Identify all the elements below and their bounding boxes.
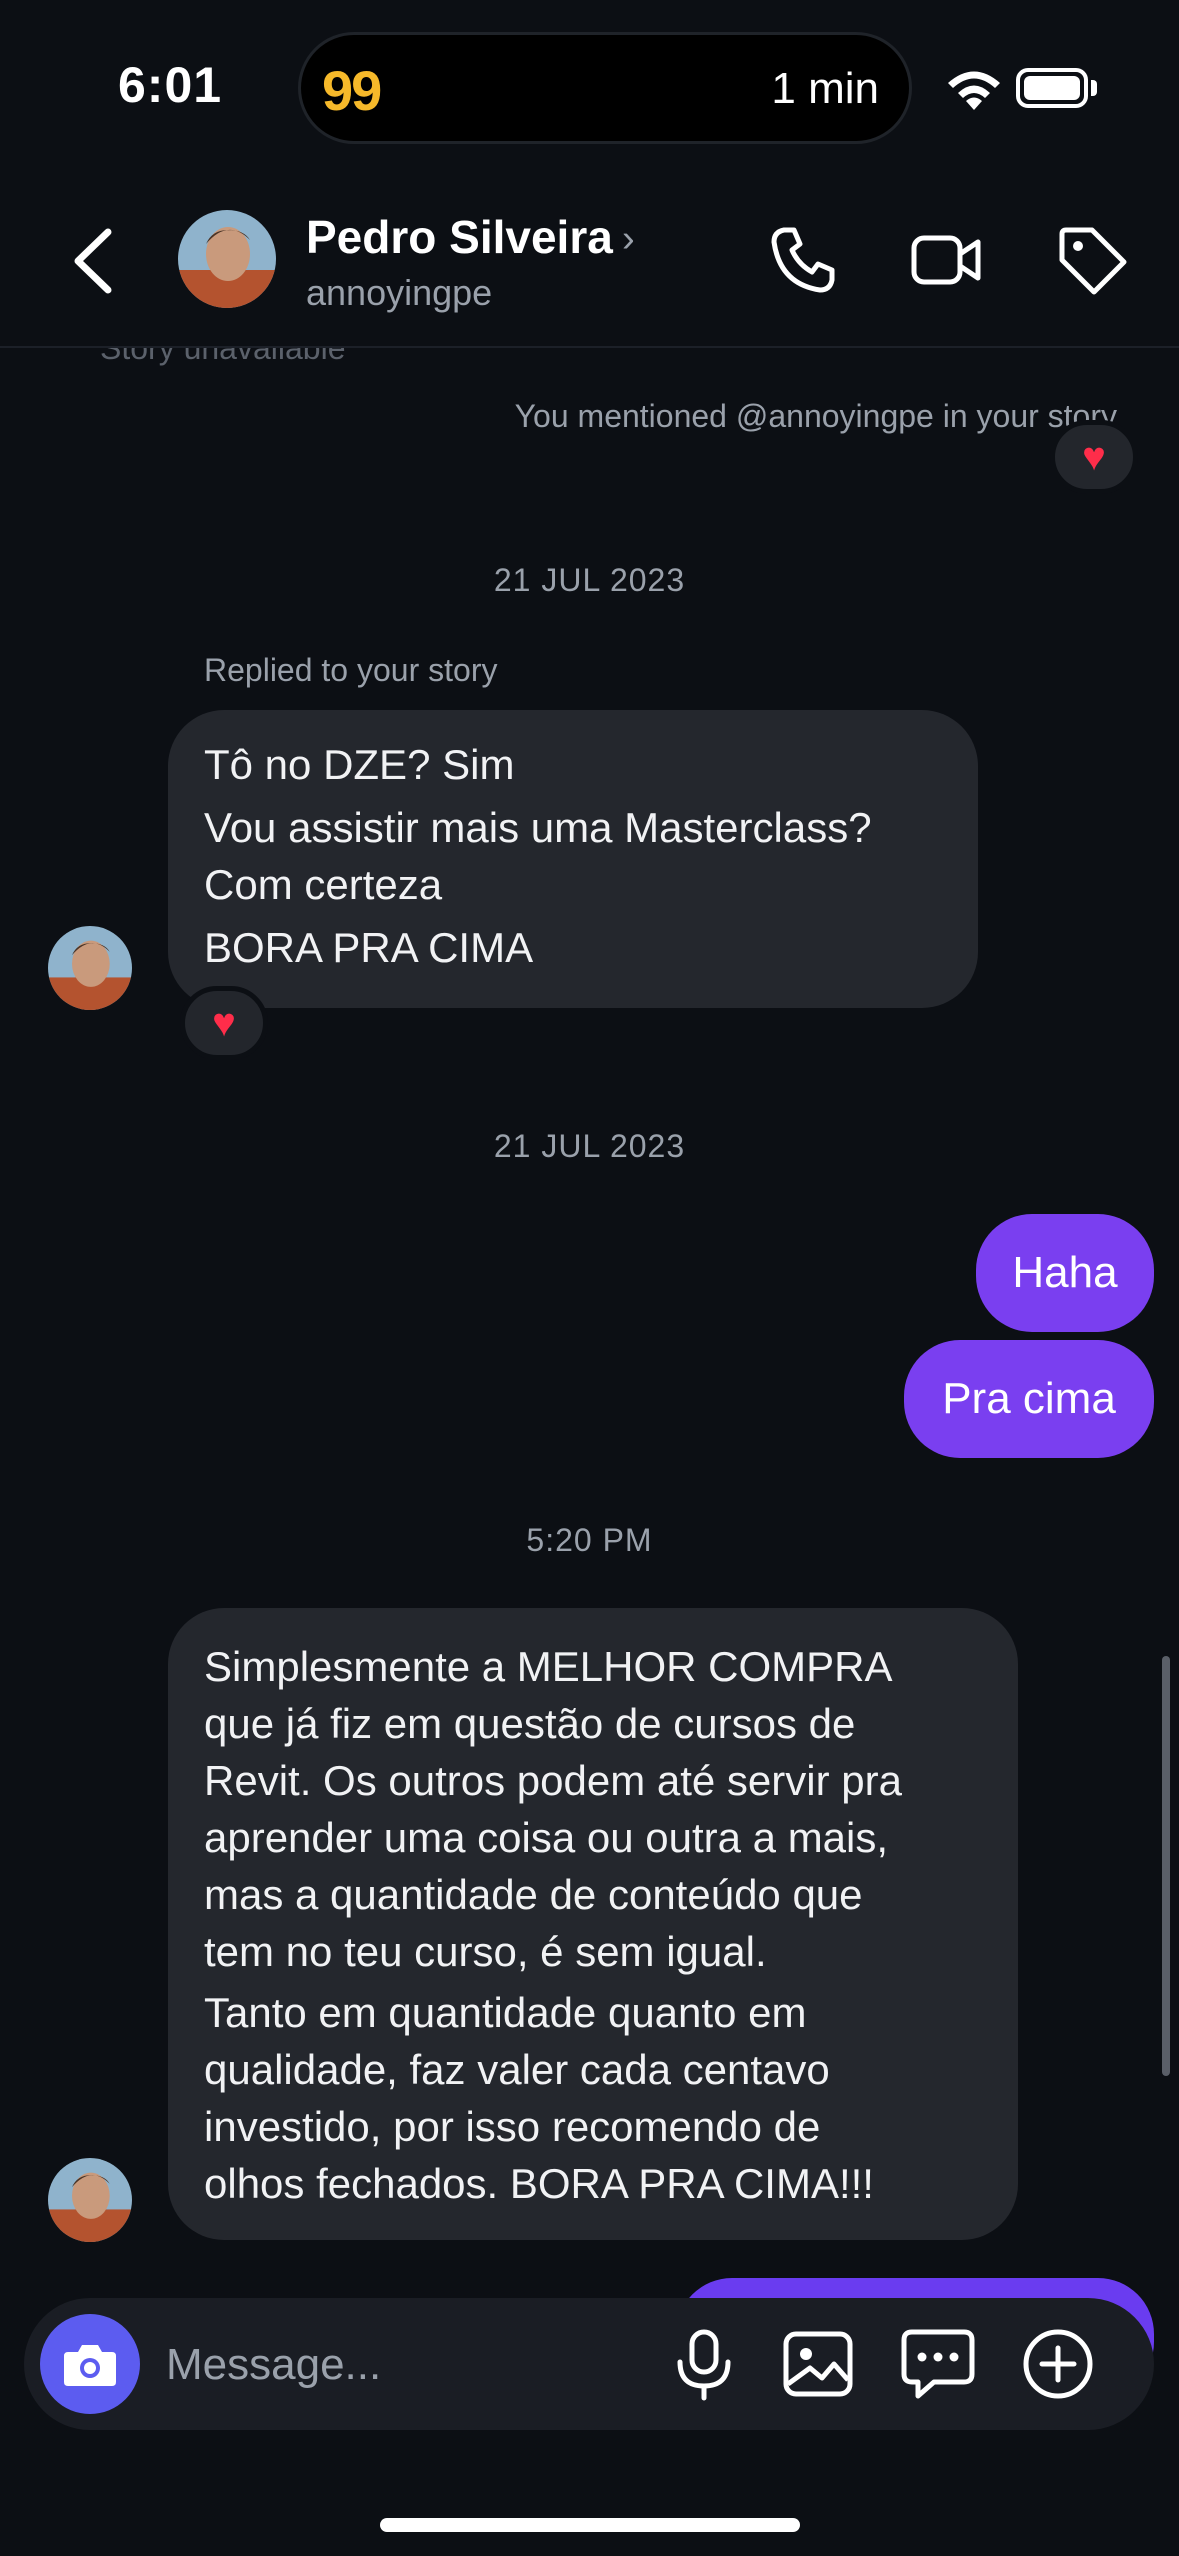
date-separator: 21 JUL 2023 — [493, 562, 686, 598]
add-circle-icon[interactable] — [1018, 2324, 1098, 2404]
phone-icon[interactable] — [766, 222, 842, 298]
microphone-icon[interactable] — [664, 2324, 744, 2404]
live-activity-eta: 1 min — [771, 64, 879, 113]
time-separator: 5:20 PM — [526, 1522, 653, 1558]
message-line: qualidade, faz valer cada centavo — [204, 2046, 830, 2093]
battery-icon — [1016, 68, 1088, 108]
message-line: Tanto em quantidade quanto em — [204, 1989, 807, 2036]
heart-icon: ♥ — [1082, 434, 1106, 479]
message-line: Com certeza — [204, 861, 443, 908]
camera-icon — [64, 2345, 116, 2386]
chat-options-icon[interactable] — [898, 2324, 978, 2404]
chevron-right-icon: › — [622, 218, 635, 260]
contact-avatar-small[interactable] — [48, 926, 132, 1010]
message-line: Simplesmente a MELHOR COMPRA — [204, 1643, 893, 1690]
outgoing-message-bubble[interactable]: Pra cima — [904, 1340, 1154, 1458]
message-line: investido, por isso recomendo de — [204, 2103, 821, 2150]
video-camera-icon[interactable] — [908, 222, 984, 298]
replied-to-story-label: Replied to your story — [204, 652, 498, 688]
message-input[interactable] — [166, 2330, 646, 2400]
message-line: que já fiz em questão de cursos de — [204, 1700, 856, 1747]
message-line: tem no teu curso, é sem igual. — [204, 1928, 767, 1975]
outgoing-message-bubble[interactable]: Haha — [976, 1214, 1154, 1332]
back-chevron-icon[interactable] — [64, 226, 124, 296]
contact-avatar-small[interactable] — [48, 2158, 132, 2242]
scrollbar[interactable] — [1162, 1656, 1170, 2076]
tag-icon[interactable] — [1054, 222, 1130, 298]
message-line: BORA PRA CIMA — [204, 924, 534, 971]
mention-notice: You mentioned @annoyingpe in your story — [514, 398, 1117, 434]
home-indicator[interactable] — [380, 2518, 800, 2532]
battery-tip — [1091, 80, 1097, 96]
incoming-message-bubble[interactable]: Simplesmente a MELHOR COMPRA que já fiz … — [168, 1608, 1018, 2240]
message-line: mas a quantidade de conteúdo que — [204, 1871, 863, 1918]
message-line: aprender uma coisa ou outra a mais, — [204, 1814, 889, 1861]
incoming-message-bubble[interactable]: Tô no DZE? Sim Vou assistir mais uma Mas… — [168, 710, 978, 1008]
gallery-icon[interactable] — [778, 2324, 858, 2404]
message-text: Haha — [1012, 1248, 1118, 1297]
contact-avatar[interactable] — [178, 210, 276, 308]
message-text: Pra cima — [942, 1374, 1116, 1423]
heart-icon: ♥ — [212, 1000, 236, 1045]
message-line: Tô no DZE? Sim — [204, 741, 515, 788]
live-activity-app-logo: 99 — [322, 59, 382, 122]
wifi-icon — [948, 71, 1000, 110]
message-line: Vou assistir mais uma Masterclass? — [204, 804, 872, 851]
heart-reaction[interactable]: ♥ — [180, 986, 268, 1060]
contact-name[interactable]: Pedro Silveira — [306, 210, 613, 264]
message-line: Revit. Os outros podem até servir pra — [204, 1757, 902, 1804]
contact-handle: annoyingpe — [306, 272, 493, 313]
message-line: olhos fechados. BORA PRA CIMA!!! — [204, 2160, 874, 2207]
camera-button[interactable] — [40, 2314, 140, 2414]
status-time: 6:01 — [118, 57, 223, 113]
date-separator: 21 JUL 2023 — [493, 1128, 686, 1164]
heart-reaction[interactable]: ♥ — [1050, 420, 1138, 494]
